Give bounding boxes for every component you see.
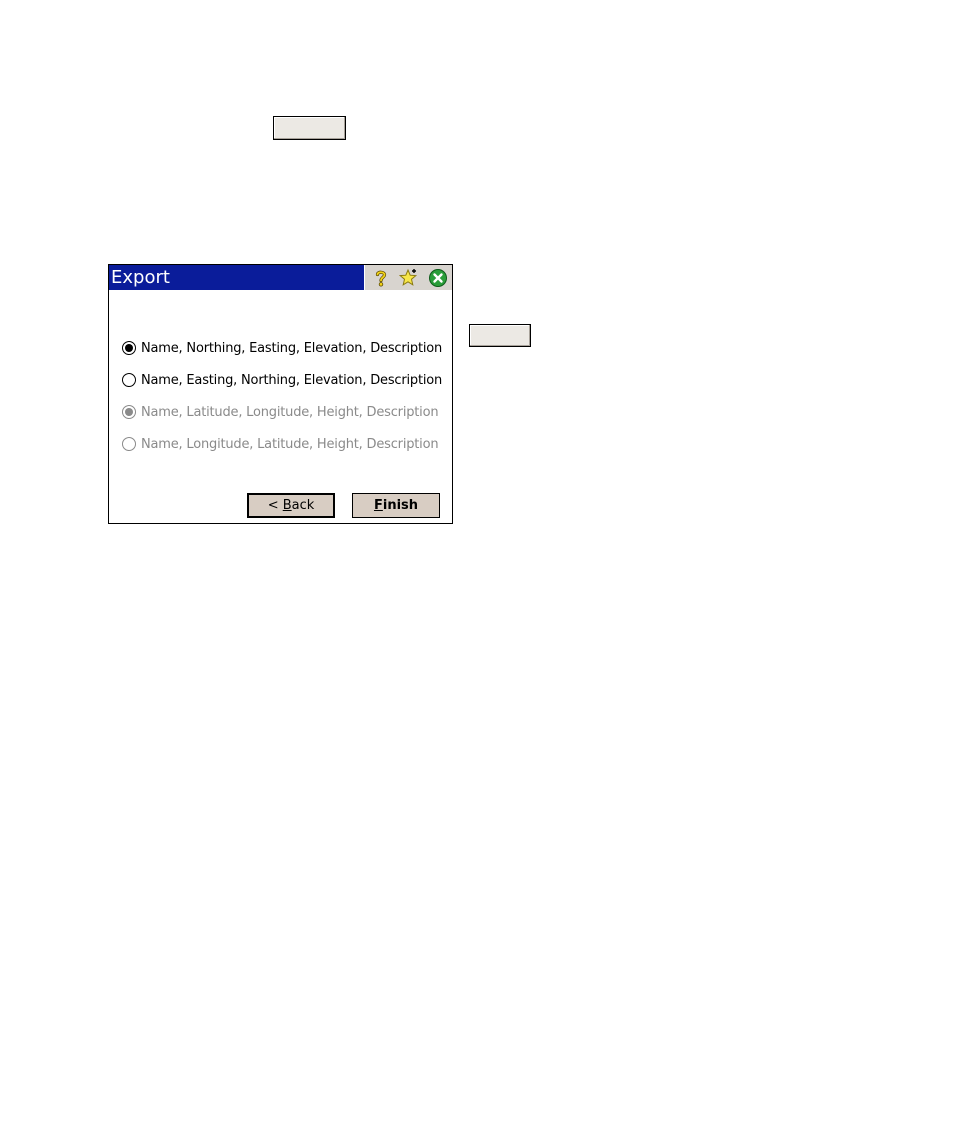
finish-mnemonic: F — [373, 498, 383, 513]
export-format-option-latitude-longitude: Name, Latitude, Longitude, Height, Descr… — [122, 402, 439, 422]
document-button-outline — [273, 116, 346, 140]
help-icon[interactable] — [371, 268, 391, 288]
export-format-option-easting-northing[interactable]: Name, Easting, Northing, Elevation, Desc… — [122, 370, 442, 390]
export-format-option-longitude-latitude: Name, Longitude, Latitude, Height, Descr… — [122, 434, 439, 454]
back-rest: ack — [291, 498, 315, 513]
option-label: Name, Longitude, Latitude, Height, Descr… — [141, 436, 439, 452]
export-format-option-northing-easting[interactable]: Name, Northing, Easting, Elevation, Desc… — [122, 338, 442, 358]
option-label: Name, Northing, Easting, Elevation, Desc… — [141, 340, 443, 356]
star-icon[interactable] — [399, 268, 419, 288]
back-mnemonic: B — [282, 498, 292, 513]
export-dialog: Export Name, Northing, Easting, Elevatio… — [108, 264, 453, 524]
finish-button[interactable]: Finish — [352, 493, 440, 518]
close-icon[interactable] — [428, 268, 448, 288]
radio-button-disabled — [122, 405, 136, 419]
radio-button[interactable] — [122, 373, 136, 387]
dialog-titlebar: Export — [109, 265, 452, 290]
radio-button[interactable] — [122, 341, 136, 355]
back-prefix: < — [267, 498, 283, 513]
option-label: Name, Latitude, Longitude, Height, Descr… — [141, 404, 439, 420]
titlebar-icon-group — [364, 265, 452, 290]
document-button-outline-2 — [469, 324, 531, 347]
back-button[interactable]: < Back — [247, 493, 335, 518]
dialog-title: Export — [111, 267, 170, 288]
radio-button-disabled — [122, 437, 136, 451]
option-label: Name, Easting, Northing, Elevation, Desc… — [141, 372, 443, 388]
finish-rest: inish — [382, 498, 419, 513]
